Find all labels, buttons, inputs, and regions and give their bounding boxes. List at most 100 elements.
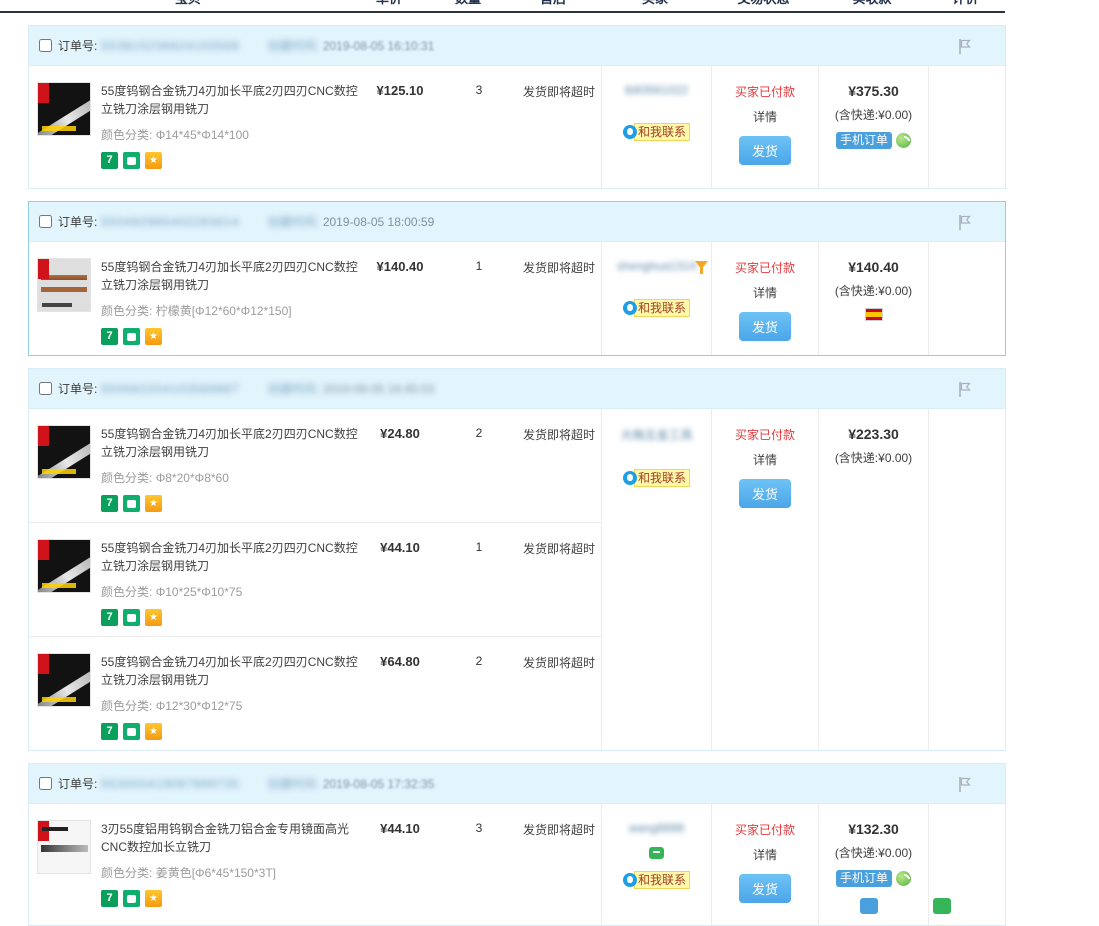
- order-select-checkbox[interactable]: [39, 215, 52, 228]
- col-header-aftersale: 售后: [506, 0, 600, 7]
- order-total: ¥140.40: [819, 259, 928, 275]
- product-image[interactable]: [37, 425, 91, 479]
- aftersale-status: 发货即将超时: [517, 258, 601, 345]
- sku-line: 颜色分类: Φ8*20*Φ8*60: [101, 469, 359, 486]
- order-header: 订单号: 553815236824103569 创建时间: 2019-08-05…: [29, 26, 1005, 66]
- ship-button[interactable]: 发货: [739, 479, 791, 508]
- rating-cell: [928, 66, 1005, 188]
- product-image[interactable]: [37, 820, 91, 874]
- credit-medal-icon: ★: [145, 495, 162, 512]
- flag-icon[interactable]: [957, 214, 973, 231]
- col-header-buyer: 买家: [600, 0, 710, 7]
- order-no-label: 订单号:: [58, 380, 97, 397]
- green-globe-icon: [896, 871, 911, 886]
- order-card: 订单号: 550492985402283614 创建时间: 2019-08-05…: [28, 201, 1006, 356]
- credit-medal-icon: ★: [145, 609, 162, 626]
- detail-link[interactable]: 详情: [712, 846, 818, 863]
- consumer-protection-icon: [123, 609, 140, 626]
- detail-link[interactable]: 详情: [712, 451, 818, 468]
- order-item-row: 55度钨钢合金铣刀4刃加长平底2刃四刃CNC数控立铣刀涂层钢用铣刀 颜色分类: …: [29, 409, 601, 522]
- image-ribbon: [38, 540, 49, 560]
- buyer-name[interactable]: shenghua1314: [617, 259, 696, 273]
- order-no-value: 550562204103569887: [101, 382, 239, 396]
- filter-icon[interactable]: [695, 261, 708, 274]
- color-value: Φ12*30*Φ12*75: [156, 699, 243, 713]
- flag-icon[interactable]: [957, 381, 973, 398]
- order-select-checkbox[interactable]: [39, 777, 52, 790]
- chat-bubble-icon[interactable]: [649, 847, 664, 859]
- product-title-link[interactable]: 55度钨钢合金铣刀4刃加长平底2刃四刃CNC数控立铣刀涂层钢用铣刀: [101, 653, 359, 689]
- created-label: 创建时间:: [267, 380, 318, 397]
- detail-link[interactable]: 详情: [712, 284, 818, 301]
- seven-day-return-icon: 7: [101, 152, 118, 169]
- contact-me-badge[interactable]: 和我联系: [623, 123, 690, 141]
- product-title-link[interactable]: 55度钨钢合金铣刀4刃加长平底2刃四刃CNC数控立铣刀涂层钢用铣刀: [101, 258, 359, 294]
- buyer-name[interactable]: wang6688: [629, 821, 684, 835]
- product-title-link[interactable]: 55度钨钢合金铣刀4刃加长平底2刃四刃CNC数控立铣刀涂层钢用铣刀: [101, 425, 359, 461]
- product-image[interactable]: [37, 539, 91, 593]
- shipping-note: (含快递:¥0.00): [819, 449, 928, 466]
- product-image[interactable]: [37, 653, 91, 707]
- contact-me-label: 和我联系: [634, 469, 690, 487]
- color-label: 颜色分类:: [101, 585, 152, 599]
- flag-icon[interactable]: [957, 38, 973, 55]
- ship-button[interactable]: 发货: [739, 312, 791, 341]
- buyer-cell: 大梅五金工具 和我联系: [601, 409, 711, 750]
- credit-medal-icon: ★: [145, 890, 162, 907]
- created-value: 2019-08-05 16:10:31: [323, 39, 434, 53]
- aftersale-status: 发货即将超时: [517, 653, 601, 740]
- flag-icon[interactable]: [957, 776, 973, 793]
- quantity: 1: [441, 539, 517, 626]
- contact-me-badge[interactable]: 和我联系: [623, 469, 690, 487]
- detail-link[interactable]: 详情: [712, 108, 818, 125]
- partial-blue-icon: [860, 898, 878, 914]
- created-value: 2019-08-05 16:45:03: [323, 382, 434, 396]
- aftersale-status: 发货即将超时: [517, 539, 601, 626]
- aftersale-status: 发货即将超时: [517, 82, 601, 178]
- buyer-name[interactable]: 大梅五金工具: [620, 426, 692, 443]
- credit-medal-icon: ★: [145, 328, 162, 345]
- image-ribbon: [38, 259, 49, 279]
- rating-cell: [928, 242, 1005, 355]
- col-header-status: 交易状态: [710, 0, 817, 7]
- product-image[interactable]: [37, 82, 91, 136]
- amount-cell: ¥375.30 (含快递:¥0.00) 手机订单: [818, 66, 928, 188]
- country-flag-icon: [865, 308, 883, 321]
- seven-day-return-icon: 7: [101, 495, 118, 512]
- ship-button[interactable]: 发货: [739, 136, 791, 165]
- ship-button[interactable]: 发货: [739, 874, 791, 903]
- unit-price: ¥44.10: [359, 539, 441, 626]
- buyer-name[interactable]: tb93561022: [625, 83, 688, 97]
- image-ribbon: [38, 83, 49, 103]
- quantity: 3: [441, 82, 517, 178]
- product-title-link[interactable]: 3刃55度铝用钨钢合金铣刀铝合金专用镜面高光CNC数控加长立铣刀: [101, 820, 359, 856]
- contact-me-badge[interactable]: 和我联系: [623, 871, 690, 889]
- product-title-link[interactable]: 55度钨钢合金铣刀4刃加长平底2刃四刃CNC数控立铣刀涂层钢用铣刀: [101, 82, 359, 118]
- image-ribbon: [38, 821, 49, 841]
- status-cell: 买家已付款 详情 发货: [711, 66, 818, 188]
- order-item-row: 55度钨钢合金铣刀4刃加长平底2刃四刃CNC数控立铣刀涂层钢用铣刀 颜色分类: …: [29, 66, 601, 188]
- order-header: 订单号: 550492985402283614 创建时间: 2019-08-05…: [29, 202, 1005, 242]
- amount-cell: ¥223.30 (含快递:¥0.00): [818, 409, 928, 750]
- quantity: 2: [441, 425, 517, 512]
- seven-day-return-icon: 7: [101, 328, 118, 345]
- wangwang-icon: [623, 471, 637, 485]
- order-select-checkbox[interactable]: [39, 382, 52, 395]
- status-cell: 买家已付款 详情 发货: [711, 804, 818, 925]
- created-value: 2019-08-05 18:00:59: [323, 215, 434, 229]
- service-icons: 7 ★: [101, 723, 359, 740]
- unit-price: ¥24.80: [359, 425, 441, 512]
- paid-status: 买家已付款: [712, 426, 818, 443]
- mobile-order-badge: 手机订单: [836, 870, 892, 887]
- contact-me-badge[interactable]: 和我联系: [623, 299, 690, 317]
- order-select-checkbox[interactable]: [39, 39, 52, 52]
- service-icons: 7 ★: [101, 328, 359, 345]
- created-value: 2019-08-05 17:32:35: [323, 777, 434, 791]
- product-title-link[interactable]: 55度钨钢合金铣刀4刃加长平底2刃四刃CNC数控立铣刀涂层钢用铣刀: [101, 539, 359, 575]
- order-total: ¥223.30: [819, 426, 928, 442]
- wangwang-icon: [623, 125, 637, 139]
- product-image[interactable]: [37, 258, 91, 312]
- buyer-cell: tb93561022 和我联系: [601, 66, 711, 188]
- order-card: 订单号: 550562204103569887 创建时间: 2019-08-05…: [28, 368, 1006, 751]
- wangwang-icon: [623, 873, 637, 887]
